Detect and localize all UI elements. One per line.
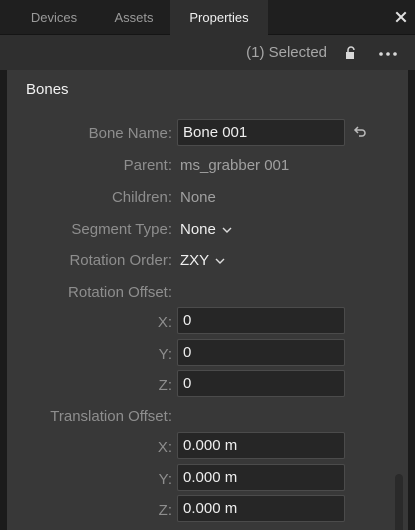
rotation-z-value: 0 xyxy=(183,375,192,392)
tab-bar: Devices Assets Properties xyxy=(0,0,415,35)
translation-x-field[interactable]: 0.000 m xyxy=(177,432,345,459)
more-icon[interactable] xyxy=(379,52,397,56)
tab-devices[interactable]: Devices xyxy=(18,0,90,35)
rotation-y-label: Y: xyxy=(158,346,172,363)
selection-count: (1) Selected xyxy=(246,44,327,61)
rotation-y-field[interactable]: 0 xyxy=(177,339,345,366)
parent-value: ms_grabber 001 xyxy=(180,157,290,174)
rotation-x-label: X: xyxy=(157,314,172,331)
rotation-offset-label: Rotation Offset: xyxy=(68,284,172,301)
translation-x-value: 0.000 m xyxy=(183,437,238,454)
selection-bar: (1) Selected xyxy=(0,35,415,70)
translation-z-label: Z: xyxy=(158,502,172,519)
rotation-order-dropdown[interactable]: ZXY xyxy=(180,252,225,269)
rotation-z-label: Z: xyxy=(158,377,172,394)
bone-name-label: Bone Name: xyxy=(88,125,172,142)
lock-icon[interactable] xyxy=(343,46,357,60)
rotation-y-value: 0 xyxy=(183,344,192,361)
tab-assets[interactable]: Assets xyxy=(98,0,170,35)
children-value: None xyxy=(180,189,216,206)
rotation-x-value: 0 xyxy=(183,312,192,329)
close-icon[interactable] xyxy=(393,9,409,25)
chevron-down-icon xyxy=(222,227,232,233)
translation-offset-label: Translation Offset: xyxy=(50,408,172,425)
section-title-bones: Bones xyxy=(26,81,69,98)
rotation-order-label: Rotation Order: xyxy=(69,252,172,269)
scrollbar-track[interactable] xyxy=(392,70,408,530)
rotation-x-field[interactable]: 0 xyxy=(177,307,345,334)
rotation-z-field[interactable]: 0 xyxy=(177,370,345,397)
translation-z-field[interactable]: 0.000 m xyxy=(177,495,345,522)
parent-label: Parent: xyxy=(123,157,172,174)
bone-name-field[interactable]: Bone 001 xyxy=(177,119,345,146)
scrollbar-thumb[interactable] xyxy=(395,474,403,530)
bone-name-value: Bone 001 xyxy=(183,124,248,141)
translation-y-label: Y: xyxy=(158,471,172,488)
translation-y-value: 0.000 m xyxy=(183,469,238,486)
tab-properties[interactable]: Properties xyxy=(170,0,268,35)
segment-type-value: None xyxy=(180,221,216,238)
undo-icon[interactable] xyxy=(353,125,367,139)
segment-type-dropdown[interactable]: None xyxy=(180,221,232,238)
rotation-order-value: ZXY xyxy=(180,252,210,269)
translation-y-field[interactable]: 0.000 m xyxy=(177,464,345,491)
translation-x-label: X: xyxy=(157,439,172,456)
children-label: Children: xyxy=(111,189,172,206)
chevron-down-icon xyxy=(215,258,225,264)
translation-z-value: 0.000 m xyxy=(183,500,238,517)
segment-type-label: Segment Type: xyxy=(71,221,172,238)
